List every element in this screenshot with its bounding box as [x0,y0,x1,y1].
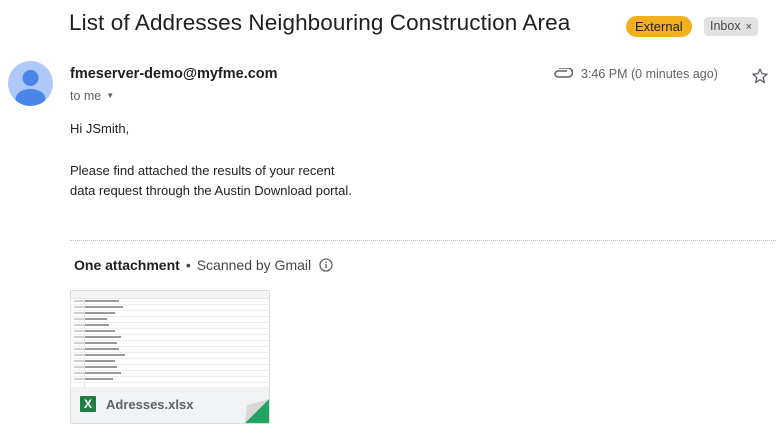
remove-label-icon[interactable]: × [746,21,752,33]
page-fold-icon [245,399,269,423]
sender-avatar[interactable] [8,61,53,106]
recipient-text: to me [70,89,102,103]
default-avatar-icon [15,70,46,106]
body-line: Please find attached the results of your… [70,163,335,178]
separator-dot: • [185,257,191,273]
scan-status: Scanned by Gmail [196,257,312,273]
info-icon[interactable] [319,258,333,275]
attachment-count: One attachment [74,257,180,273]
paperclip-icon [553,67,574,85]
email-subject: List of Addresses Neighbouring Construct… [69,10,571,35]
email-body: Please find attached the results of your… [70,161,352,201]
spreadsheet-preview-thumbnail [71,291,269,387]
sender-name[interactable]: fmeserver-demo@myfme.com [70,66,278,82]
email-greeting: Hi JSmith, [70,121,130,136]
recipient-details-toggle[interactable]: to me ▼ [70,89,114,103]
inbox-label-chip[interactable]: Inbox × [704,17,759,36]
attachment-filename[interactable]: Adresses.xlsx [106,397,193,412]
star-icon[interactable] [751,67,769,90]
external-label-badge: External [626,16,692,37]
body-line: data request through the Austin Download… [70,183,352,198]
inbox-label-text: Inbox [710,19,741,33]
attachment-divider [70,240,776,241]
chevron-down-icon: ▼ [106,91,115,100]
attachment-card[interactable]: X Adresses.xlsx [70,290,270,424]
attachment-footer: X Adresses.xlsx [71,387,269,423]
attachments-header: One attachment • Scanned by Gmail [74,257,333,275]
excel-icon: X [80,396,96,412]
message-timestamp: 3:46 PM (0 minutes ago) [581,67,718,81]
